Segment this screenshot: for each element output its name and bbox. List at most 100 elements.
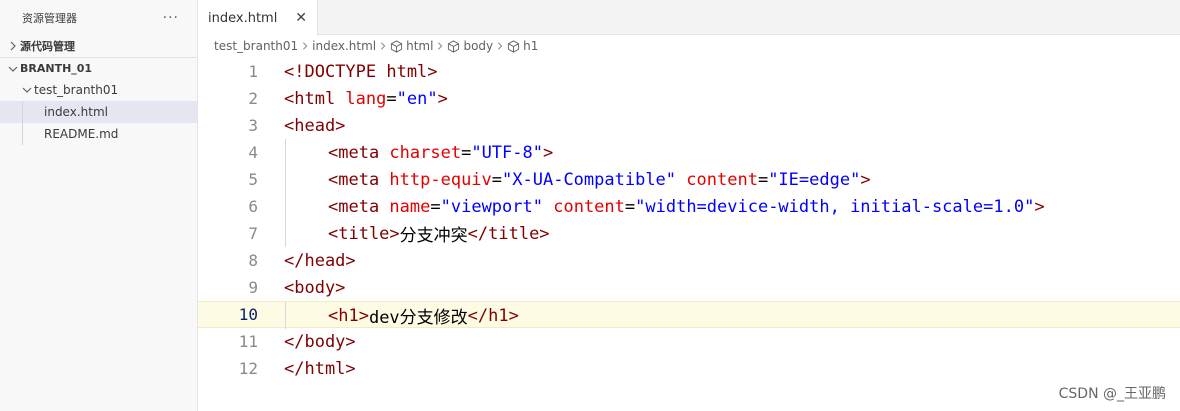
symbol-cube-icon <box>507 39 520 53</box>
code-editor[interactable]: 1 <!DOCTYPE html> 2 <html lang = "en" > 3 <head>… <box>198 58 1180 398</box>
tab-index-html[interactable]: index.html ✕ <box>198 0 318 36</box>
line-number: 11 <box>238 332 258 351</box>
code-token: "en" <box>396 88 438 109</box>
symbol-cube-icon <box>390 39 403 53</box>
breadcrumb: test_branth01 index.html html body h1 <box>214 37 538 55</box>
code-content: </html> <box>284 355 356 382</box>
folder-test-branth01[interactable]: test_branth01 <box>0 79 197 101</box>
symbol-cube-icon <box>447 39 460 53</box>
code-token: <meta <box>328 196 390 217</box>
code-token: </html> <box>284 358 356 379</box>
breadcrumb-label: html <box>406 39 434 53</box>
code-line[interactable]: 4 <meta charset = "UTF-8" > <box>198 139 1180 166</box>
line-number: 9 <box>248 278 258 297</box>
more-actions-icon[interactable]: ··· <box>163 10 179 26</box>
code-line[interactable]: 10 <h1> dev分支修改 </h1> <box>198 301 1180 329</box>
code-token: "width=device-width, initial-scale=1.0" <box>635 196 1035 217</box>
workspace-section[interactable]: BRANTH_01 <box>0 57 197 79</box>
breadcrumb-h1[interactable]: h1 <box>507 39 538 53</box>
chevron-right-icon <box>6 41 20 51</box>
code-token: dev分支修改 <box>368 308 468 328</box>
code-content: </body> <box>284 328 356 355</box>
code-token: = <box>491 169 503 190</box>
code-content: <html lang = "en" > <box>284 85 448 112</box>
file-label: index.html <box>44 105 108 119</box>
line-number: 10 <box>238 305 258 324</box>
code-line[interactable]: 9 <body> <box>198 274 1180 301</box>
breadcrumb-html[interactable]: html <box>390 39 433 53</box>
line-number: 2 <box>248 89 258 108</box>
watermark: CSDN @_王亚鹏 <box>1058 386 1166 402</box>
code-token: <head> <box>284 115 346 136</box>
breadcrumb-folder[interactable]: test_branth01 <box>214 39 298 53</box>
indent-guide <box>284 166 328 193</box>
code-token: > <box>542 142 554 163</box>
code-content: <meta http-equiv = "X-UA-Compatible" conte… <box>284 166 871 193</box>
indent-guide <box>284 139 328 166</box>
file-label: README.md <box>44 127 119 141</box>
line-number: 1 <box>248 62 258 81</box>
explorer-title: 资源管理器 <box>22 11 77 25</box>
code-token: <meta <box>328 142 390 163</box>
code-line[interactable]: 6 <meta name = "viewport" content = "width=de… <box>198 193 1180 220</box>
code-line[interactable]: 5 <meta http-equiv = "X-UA-Compatible" cont… <box>198 166 1180 193</box>
code-line[interactable]: 8 </head> <box>198 247 1180 274</box>
breadcrumb-body[interactable]: body <box>447 39 493 53</box>
code-token: content <box>553 196 625 217</box>
scm-section[interactable]: 源代码管理 <box>0 35 197 57</box>
explorer-sidebar: 资源管理器 ··· 源代码管理 BRANTH_01 test_branth01 … <box>0 0 198 411</box>
code-token: > <box>437 88 448 109</box>
code-line[interactable]: 7 <title> 分支冲突 </title> <box>198 220 1180 247</box>
code-line[interactable]: 1 <!DOCTYPE html> <box>198 58 1180 85</box>
code-token: </h1> <box>467 305 519 326</box>
code-token: lang <box>345 88 387 109</box>
code-token: </title> <box>467 223 550 244</box>
code-token: <title> <box>328 223 400 244</box>
code-token: "viewport" <box>440 196 543 217</box>
code-line[interactable]: 2 <html lang = "en" > <box>198 85 1180 112</box>
breadcrumb-label: h1 <box>523 39 539 53</box>
line-number: 6 <box>248 197 258 216</box>
line-number: 7 <box>248 224 258 243</box>
line-number: 4 <box>248 143 258 162</box>
indent-guide <box>284 302 328 329</box>
indent-guide <box>284 220 328 247</box>
code-token: "X-UA-Compatible" <box>502 169 677 190</box>
code-content: <h1> dev分支修改 </h1> <box>284 302 519 329</box>
code-token: = <box>624 196 636 217</box>
scm-section-label: 源代码管理 <box>20 40 75 53</box>
code-token: <!DOCTYPE html> <box>284 61 438 82</box>
chevron-right-icon <box>379 42 387 50</box>
code-token: <meta <box>328 169 390 190</box>
code-token: <h1> <box>328 305 369 326</box>
code-token: = <box>461 142 472 163</box>
line-number: 5 <box>248 170 258 189</box>
code-line[interactable]: 11 </body> <box>198 328 1180 355</box>
code-token: "IE=edge" <box>768 169 861 190</box>
breadcrumb-file[interactable]: index.html <box>312 39 376 53</box>
code-token: content <box>686 169 758 190</box>
chevron-down-icon <box>20 85 34 95</box>
indent-guide <box>284 193 328 220</box>
code-token: = <box>386 88 397 109</box>
code-line[interactable]: 3 <head> <box>198 112 1180 139</box>
workspace-section-label: BRANTH_01 <box>20 62 93 75</box>
code-token: http-equiv <box>389 169 492 190</box>
code-token: charset <box>389 142 462 163</box>
file-readme-md[interactable]: README.md <box>0 123 197 145</box>
close-icon[interactable]: ✕ <box>295 10 307 26</box>
chevron-right-icon <box>436 42 444 50</box>
line-number: 3 <box>248 116 258 135</box>
line-number: 8 <box>248 251 258 270</box>
code-token: <body> <box>284 277 346 298</box>
code-token: </body> <box>284 331 356 352</box>
code-content: <!DOCTYPE html> <box>284 58 438 85</box>
code-line[interactable]: 12 </html> <box>198 355 1180 382</box>
code-token: 分支冲突 <box>399 226 468 246</box>
code-token: name <box>389 196 431 217</box>
code-token: > <box>1034 196 1045 217</box>
chevron-right-icon <box>301 42 309 50</box>
code-token: </head> <box>284 250 356 271</box>
file-index-html[interactable]: index.html <box>0 101 197 123</box>
